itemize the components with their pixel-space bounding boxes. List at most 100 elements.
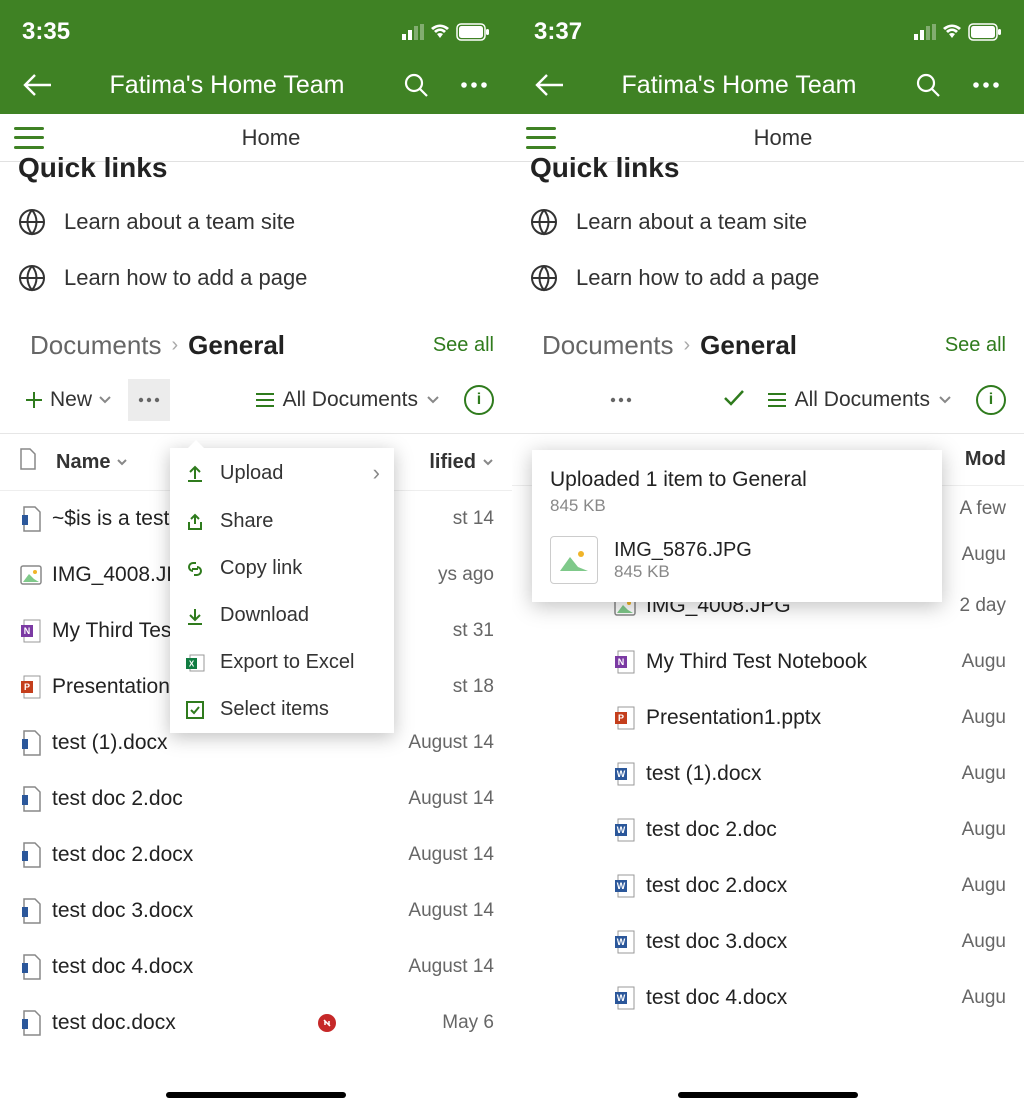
download-icon <box>184 605 206 627</box>
context-menu: Upload › Share Copy link Download X Expo… <box>170 448 394 733</box>
status-time: 3:37 <box>534 18 582 46</box>
link-icon <box>184 558 206 580</box>
file-name: test doc.docx <box>44 1011 318 1035</box>
back-button[interactable] <box>530 65 570 105</box>
see-all-link[interactable]: See all <box>433 334 494 357</box>
app-bar: Fatima's Home Team <box>0 56 512 114</box>
see-all-link[interactable]: See all <box>945 334 1006 357</box>
svg-text:P: P <box>24 682 30 692</box>
file-date: August 14 <box>344 956 494 978</box>
table-row[interactable]: P Presentation1.pptx Augu <box>512 690 1024 746</box>
status-icons <box>914 23 1002 41</box>
file-name: test doc 4.docx <box>638 986 916 1010</box>
globe-icon <box>18 264 46 292</box>
table-row[interactable]: W test doc 3.docx Augu <box>512 914 1024 970</box>
menu-item-label: Download <box>220 604 309 627</box>
search-button[interactable] <box>396 65 436 105</box>
status-icons <box>402 23 490 41</box>
home-label[interactable]: Home <box>44 125 498 151</box>
menu-item-select[interactable]: Select items <box>170 686 394 733</box>
upload-toast[interactable]: Uploaded 1 item to General 845 KB IMG_58… <box>532 450 942 602</box>
table-row[interactable]: W test doc 2.doc Augu <box>512 802 1024 858</box>
quick-link-add-page[interactable]: Learn how to add a page <box>18 250 494 306</box>
done-checkmark[interactable] <box>722 388 746 413</box>
all-documents-dropdown[interactable]: All Documents <box>767 388 952 412</box>
quick-link-team-site[interactable]: Learn about a team site <box>530 194 1006 250</box>
toast-file[interactable]: IMG_5876.JPG 845 KB <box>550 536 924 584</box>
new-button[interactable]: New <box>18 388 118 412</box>
page-title: Fatima's Home Team <box>588 71 890 100</box>
globe-icon <box>530 264 558 292</box>
file-date: Augu <box>916 819 1006 841</box>
chevron-right-icon: › <box>373 460 380 486</box>
info-button[interactable]: i <box>976 385 1006 415</box>
file-name: test (1).docx <box>638 762 916 786</box>
file-icon <box>18 839 44 871</box>
breadcrumb: Documents › General See all <box>0 306 512 361</box>
svg-text:W: W <box>617 937 626 947</box>
menu-item-excel[interactable]: X Export to Excel <box>170 639 394 686</box>
menu-item-label: Select items <box>220 698 329 721</box>
toolbar: All Documents i <box>512 361 1024 434</box>
file-date: Augu <box>916 707 1006 729</box>
menu-item-share[interactable]: Share <box>170 498 394 545</box>
quick-link-label: Learn how to add a page <box>576 265 819 291</box>
table-row[interactable]: test doc 4.docx August 14 <box>0 939 512 995</box>
file-icon <box>18 951 44 983</box>
menu-item-link[interactable]: Copy link <box>170 545 394 592</box>
search-button[interactable] <box>908 65 948 105</box>
file-icon: P <box>612 702 638 734</box>
hamburger-button[interactable] <box>526 127 556 149</box>
table-row[interactable]: test doc 2.doc August 14 <box>0 771 512 827</box>
table-row[interactable]: N My Third Test Notebook Augu <box>512 634 1024 690</box>
file-name: Presentation1.pptx <box>638 706 916 730</box>
toolbar-more-button[interactable] <box>600 379 642 421</box>
more-button[interactable] <box>454 65 494 105</box>
file-name: test doc 3.docx <box>638 930 916 954</box>
quick-link-label: Learn about a team site <box>64 209 295 235</box>
table-row[interactable]: W test (1).docx Augu <box>512 746 1024 802</box>
file-icon <box>18 895 44 927</box>
back-button[interactable] <box>18 65 58 105</box>
breadcrumb-root[interactable]: Documents <box>30 330 162 361</box>
file-date: Augu <box>916 931 1006 953</box>
status-bar: 3:35 <box>0 0 512 56</box>
file-name: test doc 4.docx <box>44 955 344 979</box>
menu-item-upload[interactable]: Upload › <box>170 448 394 498</box>
menu-item-download[interactable]: Download <box>170 592 394 639</box>
quick-links: Learn about a team site Learn how to add… <box>0 184 512 306</box>
image-thumbnail-icon <box>550 536 598 584</box>
breadcrumb-current: General <box>700 330 797 361</box>
hamburger-button[interactable] <box>14 127 44 149</box>
file-icon: P <box>18 671 44 703</box>
file-icon <box>18 503 44 535</box>
file-icon: W <box>612 814 638 846</box>
svg-text:W: W <box>617 881 626 891</box>
sync-error-icon <box>318 1014 336 1032</box>
home-indicator[interactable] <box>678 1092 858 1098</box>
toast-filesize: 845 KB <box>614 562 752 582</box>
quick-links-heading: Quick links <box>0 152 512 184</box>
chevron-right-icon: › <box>684 334 691 357</box>
quick-link-add-page[interactable]: Learn how to add a page <box>530 250 1006 306</box>
more-button[interactable] <box>966 65 1006 105</box>
home-label[interactable]: Home <box>556 125 1010 151</box>
table-row[interactable]: test doc 2.docx August 14 <box>0 827 512 883</box>
quick-link-team-site[interactable]: Learn about a team site <box>18 194 494 250</box>
file-date: May 6 <box>344 1012 494 1034</box>
svg-text:N: N <box>24 626 31 636</box>
info-button[interactable]: i <box>464 385 494 415</box>
table-row[interactable]: test doc 3.docx August 14 <box>0 883 512 939</box>
home-indicator[interactable] <box>166 1092 346 1098</box>
file-date: August 14 <box>344 844 494 866</box>
quick-link-label: Learn how to add a page <box>64 265 307 291</box>
toolbar-more-button[interactable] <box>128 379 170 421</box>
table-row[interactable]: W test doc 4.docx Augu <box>512 970 1024 1026</box>
table-row[interactable]: test doc.docx May 6 <box>0 995 512 1051</box>
file-icon: N <box>18 615 44 647</box>
breadcrumb-current: General <box>188 330 285 361</box>
all-documents-dropdown[interactable]: All Documents <box>255 388 440 412</box>
all-documents-label: All Documents <box>795 388 930 412</box>
table-row[interactable]: W test doc 2.docx Augu <box>512 858 1024 914</box>
breadcrumb-root[interactable]: Documents <box>542 330 674 361</box>
